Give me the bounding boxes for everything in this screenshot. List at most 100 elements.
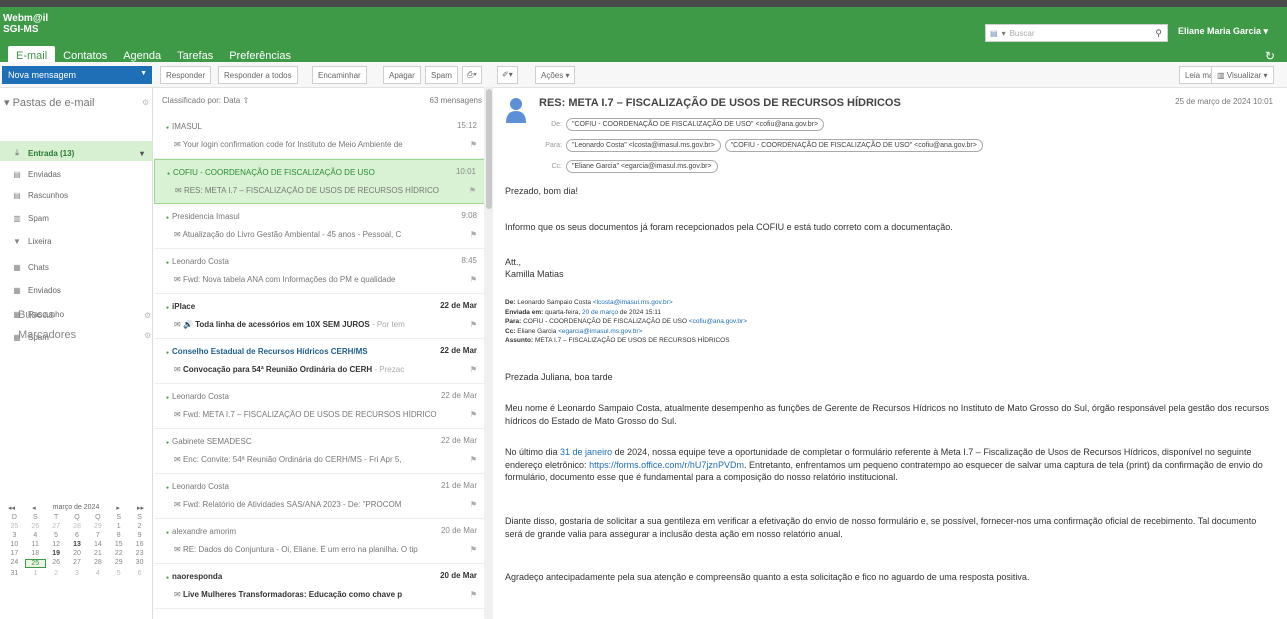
next-month-icon[interactable]: ▸: [116, 504, 120, 512]
folders-header[interactable]: ▾ Pastas de e-mail: [4, 96, 95, 109]
calendar-day[interactable]: 2: [129, 523, 150, 530]
calendar-day[interactable]: 30: [129, 559, 150, 568]
calendar-day[interactable]: 10: [4, 541, 25, 548]
folder-spam[interactable]: ▥ Spam: [0, 206, 152, 226]
calendar-day[interactable]: 7: [87, 532, 108, 539]
spam-button[interactable]: Spam: [425, 66, 458, 84]
calendar-day[interactable]: 4: [87, 570, 108, 577]
calendar-day[interactable]: 6: [67, 532, 88, 539]
new-message-button[interactable]: Nova mensagem ▼: [2, 66, 152, 84]
form-link[interactable]: https://forms.office.com/r/hU7jznPVDm: [589, 460, 744, 470]
list-scrollbar-thumb[interactable]: [486, 89, 492, 209]
calendar-day[interactable]: 26: [25, 523, 46, 530]
calendar-day[interactable]: 27: [67, 559, 88, 568]
calendar-day[interactable]: 8: [108, 532, 129, 539]
chevron-down-icon[interactable]: ▾: [140, 149, 144, 158]
prev-year-icon[interactable]: ◂◂: [8, 504, 15, 512]
list-item[interactable]: ● COFIU - COORDENAÇÃO DE FISCALIZAÇÃO DE …: [154, 159, 485, 204]
calendar-day[interactable]: 28: [67, 523, 88, 530]
calendar-day[interactable]: 6: [129, 570, 150, 577]
from-address[interactable]: "COFIU - COORDENAÇÃO DE FISCALIZAÇÃO DE …: [566, 118, 825, 131]
calendar-day[interactable]: 26: [46, 559, 67, 568]
reply-all-button[interactable]: Responder a todos: [218, 66, 298, 84]
calendar-day[interactable]: 18: [25, 550, 46, 557]
calendar-day[interactable]: 25: [24, 559, 46, 568]
flag-icon[interactable]: ⚑: [470, 320, 477, 329]
search-box[interactable]: ▤ ▾ Buscar ⚲: [985, 24, 1168, 42]
folder-trash[interactable]: ▼ Lixeira: [0, 229, 152, 249]
app-logo[interactable]: Webm@il SGI-MS: [3, 13, 48, 35]
reply-button[interactable]: Responder: [160, 66, 212, 84]
cc-address[interactable]: "Eliane Garcia" <egarcia@imasul.ms.gov.b…: [566, 160, 718, 173]
settings-icon[interactable]: ⚙: [144, 331, 151, 340]
settings-icon[interactable]: ⚙: [144, 311, 151, 320]
calendar-day[interactable]: 19: [46, 550, 67, 557]
flag-icon[interactable]: ⚑: [470, 365, 477, 374]
calendar-day[interactable]: 5: [108, 570, 129, 577]
print-button[interactable]: ⎙▾: [462, 66, 482, 84]
calendar-day[interactable]: 29: [87, 523, 108, 530]
folder-drafts[interactable]: ▤ Rascunhos: [0, 183, 152, 203]
calendar-day[interactable]: 20: [67, 550, 88, 557]
flag-icon[interactable]: ⚑: [470, 275, 477, 284]
calendar-day[interactable]: 3: [67, 570, 88, 577]
calendar-day[interactable]: 17: [4, 550, 25, 557]
list-item[interactable]: ● Gabinete SEMADESC 22 de Mar ✉ Enc: Convit…: [154, 429, 485, 474]
search-scope-icon[interactable]: ▤: [990, 29, 998, 38]
chevron-down-icon[interactable]: ▼: [140, 70, 147, 77]
calendar-day[interactable]: 5: [46, 532, 67, 539]
flag-icon[interactable]: ⚑: [470, 140, 477, 149]
user-menu[interactable]: Eliane Maria Garcia ▾: [1178, 26, 1268, 37]
folder-enviados[interactable]: ▦ Enviados: [0, 278, 152, 298]
tags-section[interactable]: Marcadores ⚙: [18, 329, 151, 341]
next-year-icon[interactable]: ▸▸: [137, 504, 144, 512]
flag-icon[interactable]: ⚑: [470, 230, 477, 239]
quote-cc-email-link[interactable]: <egarcia@imasul.ms.gov.br>: [558, 328, 642, 335]
calendar-day[interactable]: 21: [87, 550, 108, 557]
calendar-day[interactable]: 3: [4, 532, 25, 539]
calendar-day[interactable]: 22: [108, 550, 129, 557]
calendar-day[interactable]: 16: [129, 541, 150, 548]
list-item[interactable]: ● alexandre amorim 20 de Mar ✉ RE: Dados do…: [154, 519, 485, 564]
calendar-day[interactable]: 11: [25, 541, 46, 548]
calendar-day[interactable]: 31: [4, 570, 25, 577]
list-item[interactable]: ● naoresponda 20 de Mar ✉ Live Mulheres Tra…: [154, 564, 485, 609]
flag-icon[interactable]: ⚑: [470, 590, 477, 599]
prev-month-icon[interactable]: ◂: [32, 504, 36, 512]
calendar-day[interactable]: 14: [87, 541, 108, 548]
list-item[interactable]: ● Conselho Estadual de Recursos Hídricos …: [154, 339, 485, 384]
calendar-day[interactable]: 1: [108, 523, 129, 530]
quote-date-link[interactable]: 20 de março: [582, 309, 618, 316]
forward-button[interactable]: Encaminhar: [312, 66, 367, 84]
delete-button[interactable]: Apagar: [383, 66, 421, 84]
calendar-day[interactable]: 29: [108, 559, 129, 568]
calendar-day[interactable]: 4: [25, 532, 46, 539]
folders-options-icon[interactable]: ⚙: [142, 98, 149, 107]
searches-section[interactable]: Buscas ⚙: [18, 309, 151, 321]
list-item[interactable]: ● Presidencia Imasul 9:08 ✉ Atualização do …: [154, 204, 485, 249]
quote-to-email-link[interactable]: <cofiu@ana.gov.br>: [689, 318, 747, 325]
flag-icon[interactable]: ⚑: [470, 410, 477, 419]
folder-sent[interactable]: ▤ Enviadas: [0, 162, 152, 182]
flag-icon[interactable]: ⚑: [470, 545, 477, 554]
flag-icon[interactable]: ⚑: [469, 186, 476, 195]
view-button[interactable]: ▥ Visualizar ▾: [1211, 66, 1274, 84]
search-input[interactable]: Buscar: [1010, 29, 1035, 38]
sort-control[interactable]: Classificado por: Data ⇧: [162, 96, 249, 105]
calendar-day[interactable]: 2: [46, 570, 67, 577]
calendar-day[interactable]: 27: [46, 523, 67, 530]
calendar-day[interactable]: 24: [4, 559, 25, 568]
calendar-day[interactable]: 1: [25, 570, 46, 577]
calendar-day[interactable]: 25: [4, 523, 25, 530]
actions-button[interactable]: Ações ▾: [535, 66, 576, 84]
search-icon[interactable]: ⚲: [1155, 28, 1162, 39]
calendar-day[interactable]: 28: [87, 559, 108, 568]
folder-inbox[interactable]: ⤓ Entrada (13) ▾: [0, 141, 152, 161]
calendar-day[interactable]: 12: [46, 541, 67, 548]
tag-button[interactable]: ✐▾: [497, 66, 518, 84]
calendar-day[interactable]: 13: [67, 541, 88, 548]
to-address[interactable]: "COFIU - COORDENAÇÃO DE FISCALIZAÇÃO DE …: [724, 139, 983, 152]
folder-chats[interactable]: ▦ Chats: [0, 255, 152, 275]
calendar-day[interactable]: 9: [129, 532, 150, 539]
refresh-icon[interactable]: ↻: [1265, 49, 1275, 63]
